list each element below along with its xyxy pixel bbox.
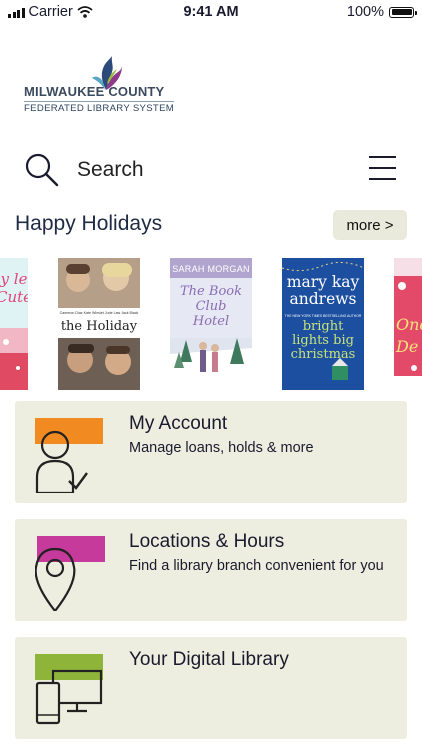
hamburger-menu-icon[interactable] <box>369 156 396 180</box>
card-title: Your Digital Library <box>129 649 289 670</box>
book-cover[interactable]: Onc De <box>394 258 422 390</box>
search-label[interactable]: Search <box>77 158 144 182</box>
book-cover[interactable]: y le Cute <box>0 258 28 390</box>
card-subtitle: Find a library branch convenient for you <box>129 558 384 574</box>
logo-line1: MILWAUKEE COUNTY <box>24 84 165 99</box>
section-title: Happy Holidays <box>15 212 163 235</box>
search-bar[interactable]: Search <box>0 148 422 192</box>
account-icon <box>35 418 103 493</box>
book-cover[interactable]: mary kay andrews THE NEW YORK TIMES BEST… <box>282 258 364 390</box>
book-title: Onc De <box>396 315 422 356</box>
logo-line2: FEDERATED LIBRARY SYSTEM <box>24 101 175 114</box>
battery-icon <box>389 6 417 18</box>
search-icon[interactable] <box>24 152 60 188</box>
more-button[interactable]: more > <box>333 210 407 240</box>
status-bar: Carrier 9:41 AM 100% <box>0 0 422 24</box>
book-carousel[interactable]: y le Cute Cameron Diaz Kate Winslet Jude… <box>0 258 422 390</box>
location-pin-icon <box>35 536 105 611</box>
card-title: My Account <box>129 413 228 434</box>
book-author: SARAH MORGAN <box>172 264 250 274</box>
devices-icon <box>35 654 103 725</box>
book-tagline: THE NEW YORK TIMES BESTSELLING AUTHOR <box>284 314 362 318</box>
status-bar-right: 100% <box>346 4 417 20</box>
book-cover[interactable]: SARAH MORGAN The Book Club Hotel <box>170 258 252 390</box>
book-title: bright lights big christmas <box>290 319 356 362</box>
book-credits: Cameron Diaz Kate Winslet Jude Law Jack … <box>59 311 139 315</box>
book-cover[interactable]: Cameron Diaz Kate Winslet Jude Law Jack … <box>58 258 140 390</box>
book-title: the Holiday <box>60 319 138 334</box>
locations-hours-card[interactable]: Locations & Hours Find a library branch … <box>15 519 407 621</box>
battery-percentage: 100% <box>346 4 384 20</box>
card-title: Locations & Hours <box>129 531 285 552</box>
book-author: mary kay andrews <box>286 273 360 308</box>
book-title: The Book Club Hotel <box>180 284 242 329</box>
digital-library-card[interactable]: Your Digital Library <box>15 637 407 739</box>
card-subtitle: Manage loans, holds & more <box>129 440 314 456</box>
book-title: y le Cute <box>0 270 28 306</box>
library-logo: MILWAUKEE COUNTY FEDERATED LIBRARY SYSTE… <box>24 54 175 118</box>
my-account-card[interactable]: My Account Manage loans, holds & more <box>15 401 407 503</box>
